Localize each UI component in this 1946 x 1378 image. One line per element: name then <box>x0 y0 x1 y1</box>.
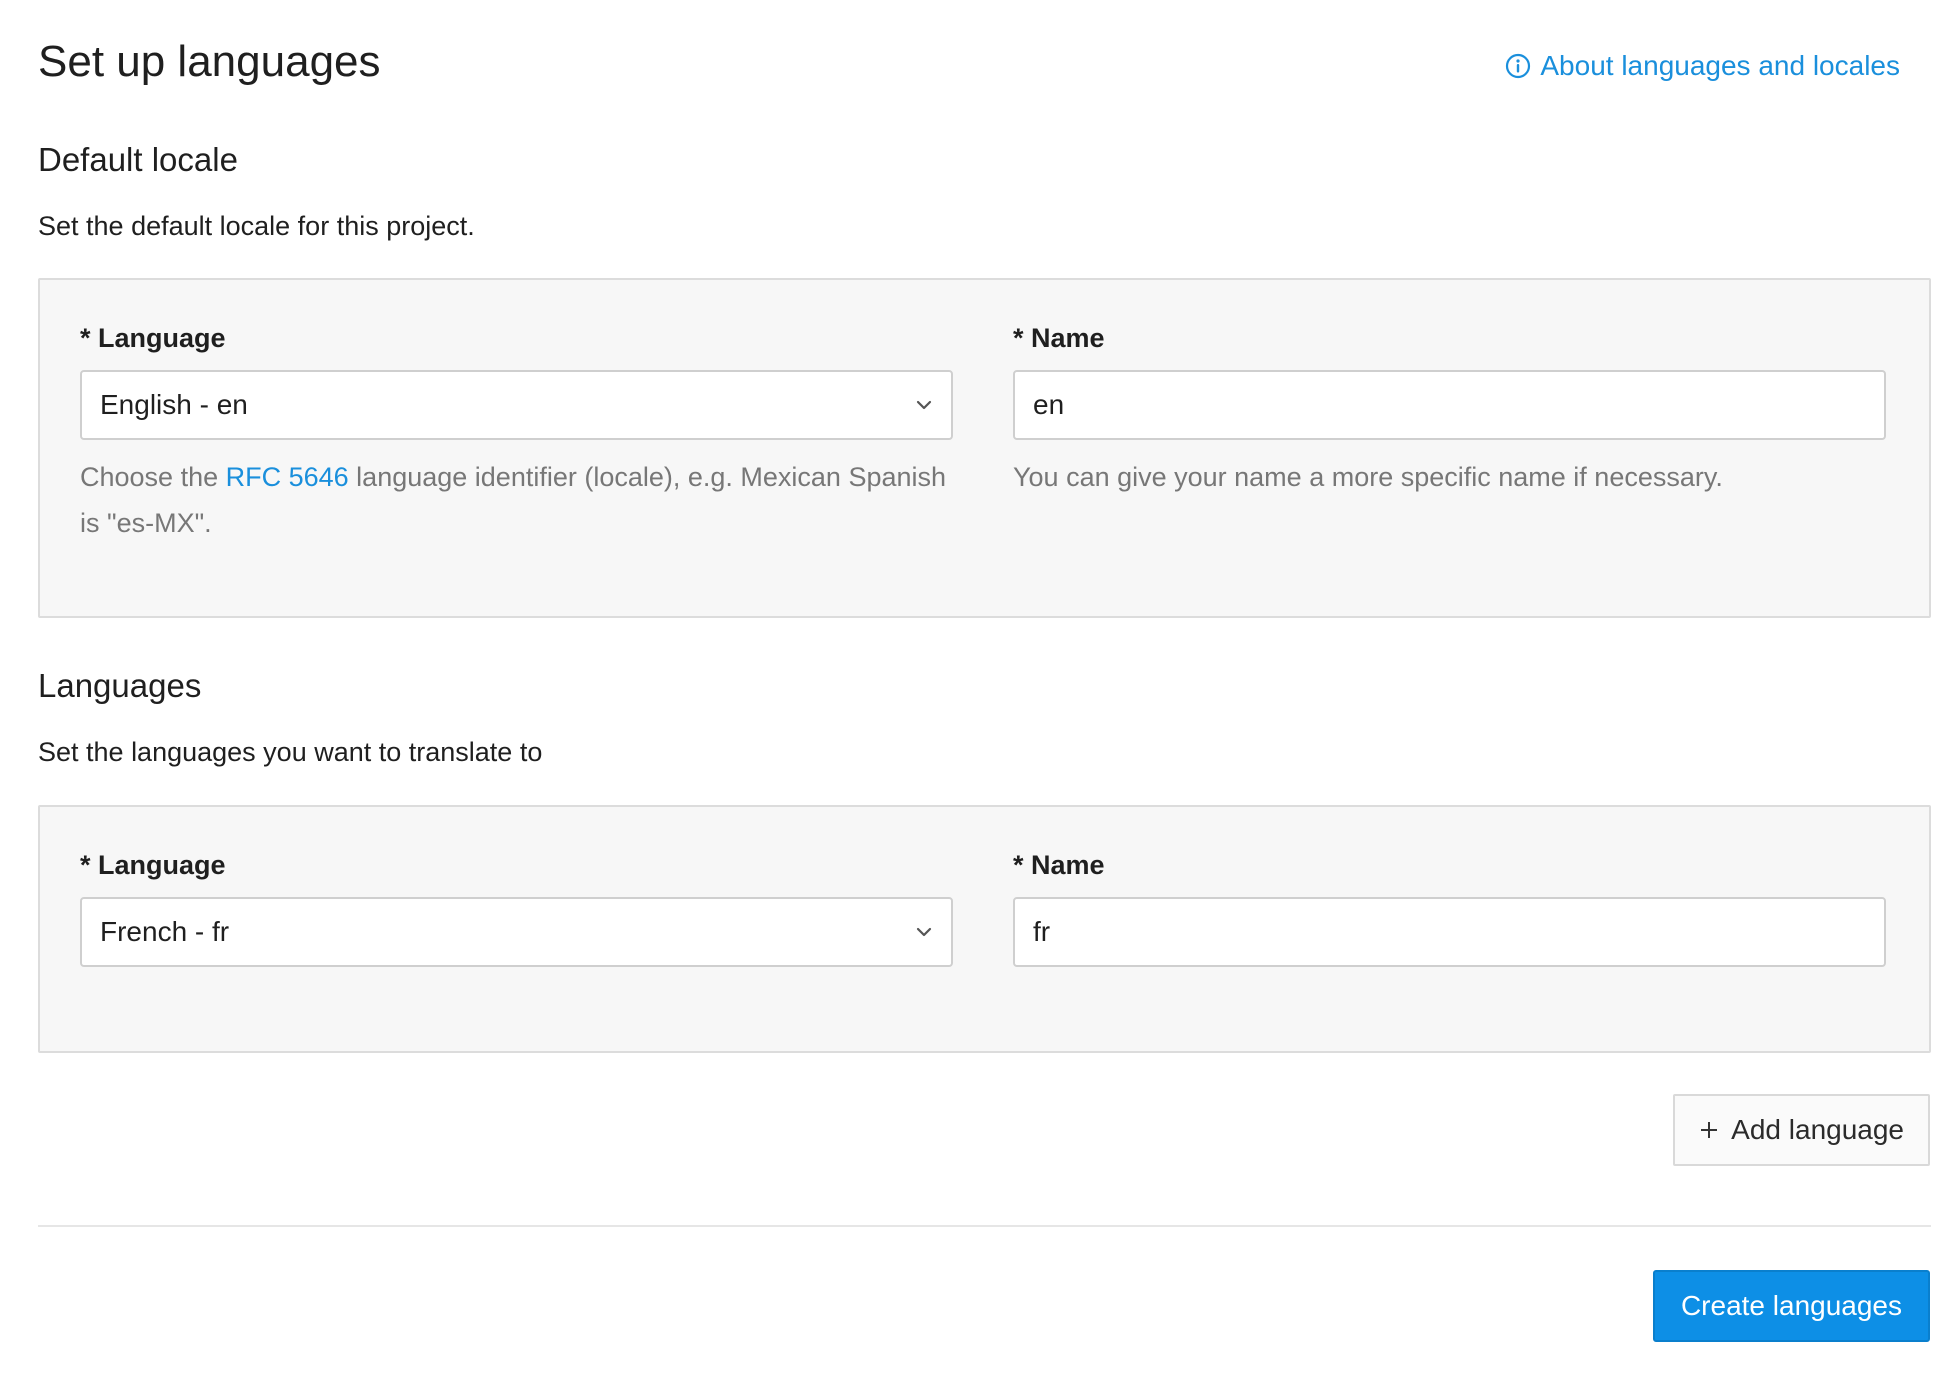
language-name-input[interactable] <box>1013 897 1886 967</box>
helper-text-prefix: Choose the <box>80 462 226 492</box>
default-language-field: * Language English - en Choose the RFC 5… <box>80 320 953 546</box>
add-language-button[interactable]: Add language <box>1673 1094 1930 1166</box>
language-row-panel: * Language French - fr * Name <box>38 805 1931 1053</box>
default-locale-panel: * Language English - en Choose the RFC 5… <box>38 278 1931 618</box>
language-name-field: * Name <box>1013 847 1886 967</box>
default-name-helper: You can give your name a more specific n… <box>1013 462 1723 492</box>
about-languages-link-label: About languages and locales <box>1540 50 1900 81</box>
plus-icon <box>1699 1120 1719 1140</box>
language-label: * Language <box>80 850 226 880</box>
default-language-select[interactable]: English - en <box>80 370 953 440</box>
chevron-down-icon <box>915 926 933 938</box>
page-title: Set up languages <box>38 37 381 86</box>
rfc-5646-link[interactable]: RFC 5646 <box>226 462 349 492</box>
default-language-helper: Choose the RFC 5646 language identifier … <box>80 454 953 546</box>
default-language-label: * Language <box>80 323 226 353</box>
default-locale-description: Set the default locale for this project. <box>38 211 475 241</box>
language-value: French - fr <box>100 916 230 947</box>
info-circle-icon <box>1505 53 1531 79</box>
default-name-field: * Name You can give your name a more spe… <box>1013 320 1886 500</box>
about-languages-link[interactable]: About languages and locales <box>1505 46 1900 86</box>
default-name-input[interactable] <box>1013 370 1886 440</box>
languages-heading: Languages <box>38 667 202 704</box>
chevron-down-icon <box>915 399 933 411</box>
language-field: * Language French - fr <box>80 847 953 967</box>
language-name-label: * Name <box>1013 850 1105 880</box>
create-languages-button[interactable]: Create languages <box>1652 1270 1930 1342</box>
default-locale-heading: Default locale <box>38 141 238 178</box>
language-select[interactable]: French - fr <box>80 897 953 967</box>
default-name-label: * Name <box>1013 323 1105 353</box>
footer-divider <box>38 1225 1931 1227</box>
default-language-value: English - en <box>100 389 248 420</box>
add-language-label: Add language <box>1731 1114 1904 1145</box>
languages-description: Set the languages you want to translate … <box>38 737 543 767</box>
